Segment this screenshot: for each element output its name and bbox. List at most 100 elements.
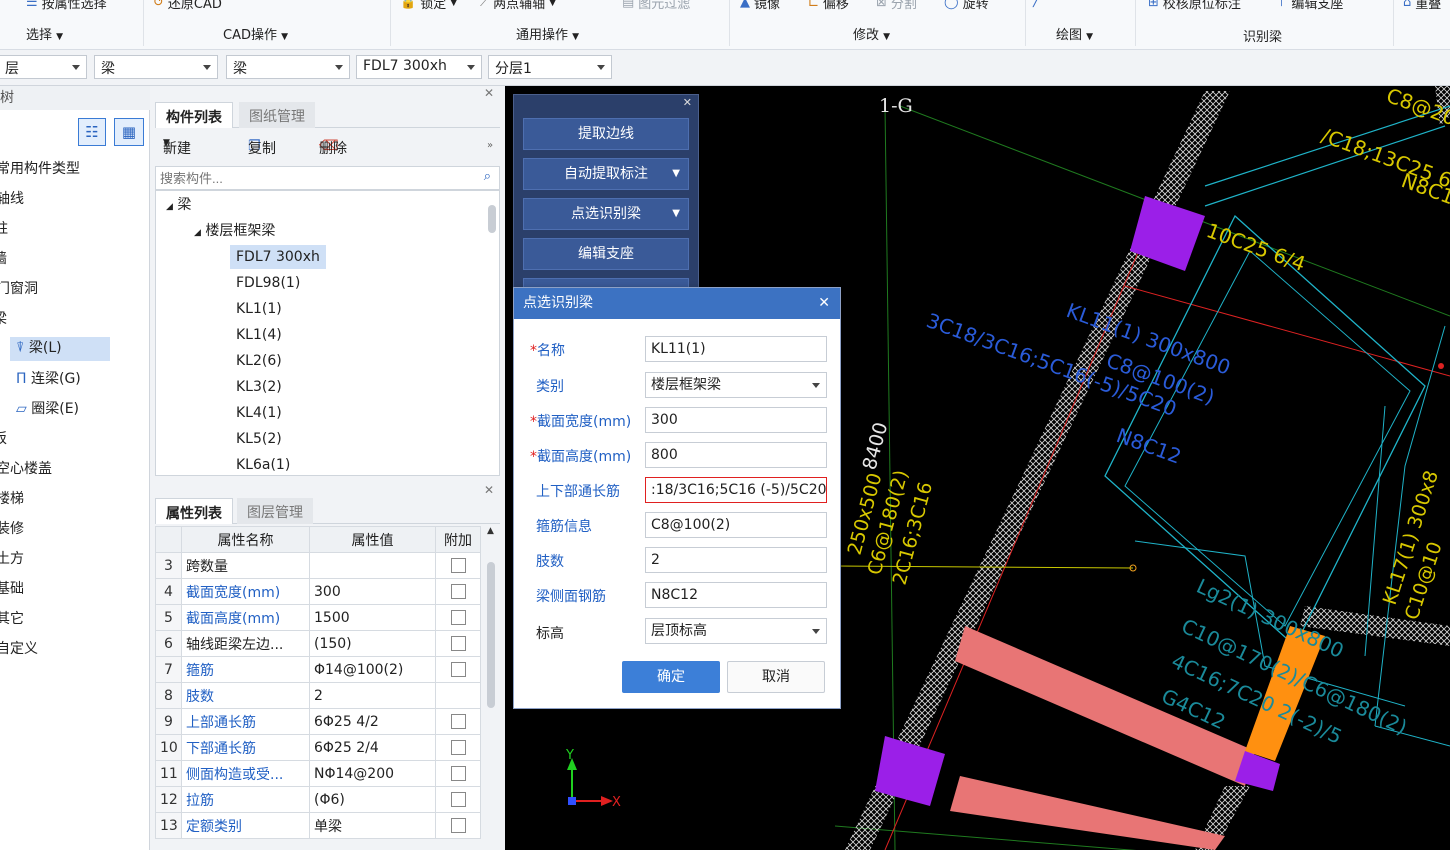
table-row[interactable]: 5 截面高度(mm) 1500 [155,604,481,631]
draw-line-button[interactable]: ╱ [1033,0,1041,8]
section-width-field[interactable]: 300 [645,407,827,433]
name-field[interactable]: KL11(1) [645,336,827,362]
lock-button[interactable]: 🔒 锁定 ▼ [400,0,457,12]
component-select[interactable]: FDL7 300xh [356,55,482,79]
category-select[interactable]: 楼层框架梁 [645,372,827,398]
tree-root-beam[interactable]: ◢ 梁 [166,193,191,217]
component-item[interactable]: KL6a(1) [236,453,290,477]
tree-item-other[interactable]: 其它 [0,608,24,630]
elevation-select[interactable]: 层顶标高 [645,618,827,644]
edit-support-button[interactable]: ⊤ 编辑支座 [1276,0,1343,12]
tree-item-custom[interactable]: 自定义 [0,638,38,660]
cancel-button[interactable]: 取消 [727,661,825,693]
layer-select[interactable]: 分层1 [488,55,612,79]
tree-scrollbar[interactable] [488,205,496,233]
tree-item-wall[interactable]: 墙 [0,248,7,270]
select-by-attribute-button[interactable]: ☰ 按属性选择 [26,0,107,12]
property-scrollbar[interactable] [487,562,495,708]
attach-checkbox[interactable] [450,818,466,833]
tree-item-beam-l[interactable]: ⍒ 梁(L) [10,337,110,361]
tab-drawing-management[interactable]: 图纸管理 [239,102,315,128]
component-item[interactable]: KL3(2) [236,375,282,399]
floor-select[interactable]: 层 [0,55,87,79]
edit-support-panel-button[interactable]: 编辑支座 [523,238,689,270]
table-row[interactable]: 6 轴线距梁左边... (150) [155,630,481,657]
longitudinal-rebar-field[interactable]: :18/3C16;5C16 (-5)/5C20 [645,477,827,503]
tab-layer-management[interactable]: 图层管理 [237,498,313,524]
ok-button[interactable]: 确定 [622,661,720,693]
tree-item-earthwork[interactable]: 土方 [0,548,24,570]
attach-checkbox[interactable] [450,584,466,599]
group-modify-label[interactable]: 修改 ▼ [853,24,890,43]
group-common-label[interactable]: 通用操作 ▼ [516,24,579,43]
mirror-button[interactable]: ▲ 镜像 [740,0,780,12]
stirrup-field[interactable]: C8@100(2) [645,512,827,538]
attach-checkbox[interactable] [450,766,466,781]
table-row[interactable]: 8 肢数 2 [155,682,481,709]
element-filter-button[interactable]: ▤ 图元过滤 [622,0,690,12]
table-row[interactable]: 4 截面宽度(mm) 300 [155,578,481,605]
tree-item-beam[interactable]: 梁 [0,308,7,330]
tree-item-axis[interactable]: 轴线 [0,188,24,210]
group-draw-label[interactable]: 绘图 ▼ [1056,24,1093,43]
overlap-button[interactable]: ⌂ 重叠 [1403,0,1441,12]
extract-edges-button[interactable]: 提取边线 [523,118,689,150]
tree-item-ring-beam[interactable]: ▱ 圈梁(E) [16,398,79,420]
component-item[interactable]: FDL98(1) [236,271,300,295]
table-row[interactable]: 12 拉筋 (Φ6) [155,786,481,813]
scroll-up-icon[interactable]: ▲ [487,526,494,536]
check-annotation-button[interactable]: ⊞ 校核原位标注 [1148,0,1241,12]
attach-checkbox[interactable] [450,714,466,729]
tree-item-column[interactable]: 柱 [0,218,8,240]
attach-checkbox[interactable] [450,558,466,573]
component-item[interactable]: FDL7 300xh [230,245,326,269]
tree-item-coupling-beam[interactable]: Π 连梁(G) [16,368,81,390]
component-item[interactable]: KL2(6) [236,349,282,373]
group-cad-label[interactable]: CAD操作 ▼ [223,24,288,43]
tree-item-slab[interactable]: 板 [0,428,7,450]
close-icon[interactable]: ✕ [484,86,494,100]
leg-count-field[interactable]: 2 [645,547,827,573]
component-item[interactable]: KL1(1) [236,297,282,321]
restore-cad-button[interactable]: ↺ 还原CAD [153,0,222,12]
offset-button[interactable]: ⊏ 偏移 [808,0,849,12]
component-search-box[interactable]: ⌕ [155,166,500,190]
attach-checkbox[interactable] [450,610,466,625]
rotate-button[interactable]: ◯ 旋转 [944,0,989,12]
side-rebar-field[interactable]: N8C12 [645,582,827,608]
component-item[interactable]: KL4(1) [236,401,282,425]
attach-checkbox[interactable] [450,792,466,807]
category-select[interactable]: 梁 [94,55,218,79]
table-row[interactable]: 11 侧面构造或受... NΦ14@200 [155,760,481,787]
tree-item-hollow-floor[interactable]: 空心楼盖 [0,458,52,480]
search-icon[interactable]: ⌕ [484,169,491,184]
table-row[interactable]: 9 上部通长筋 6Φ25 4/2 [155,708,481,735]
list-view-icon[interactable]: ☷ [78,118,106,146]
table-row[interactable]: 3 跨数量 [155,552,481,579]
tree-group-frame-beam[interactable]: ◢ 楼层框架梁 [194,219,275,243]
attach-checkbox[interactable] [450,662,466,677]
two-point-axis-button[interactable]: ⟋ 两点辅轴 ▼ [480,0,556,12]
tree-item-openings[interactable]: 门窗洞 [0,278,38,300]
component-item[interactable]: KL5(2) [236,427,282,451]
tree-item-stairs[interactable]: 楼梯 [0,488,24,510]
group-select-label[interactable]: 选择 ▼ [26,24,63,43]
table-row[interactable]: 13 定额类别 单梁 [155,812,481,839]
more-icon[interactable]: » [487,140,493,151]
attach-checkbox[interactable] [450,636,466,651]
component-item[interactable]: KL1(4) [236,323,282,347]
property-scrollbar-track[interactable]: ▲ [485,526,497,850]
close-icon[interactable]: ✕ [818,288,830,319]
component-search-input[interactable] [156,167,466,189]
attach-checkbox[interactable] [450,740,466,755]
tree-item-foundation[interactable]: 基础 [0,578,24,600]
tree-item-decoration[interactable]: 装修 [0,518,24,540]
tree-item-common[interactable]: 常用构件类型 [0,158,80,180]
tab-component-list[interactable]: 构件列表 [155,102,233,128]
type-select[interactable]: 梁 [226,55,350,79]
tile-view-icon[interactable]: ▦ [114,118,144,146]
point-recognize-beam-button[interactable]: 点选识别梁 ▼ [523,198,689,230]
split-button[interactable]: ⊠ 分割 [876,0,917,12]
section-height-field[interactable]: 800 [645,442,827,468]
auto-extract-annotation-button[interactable]: 自动提取标注 ▼ [523,158,689,190]
